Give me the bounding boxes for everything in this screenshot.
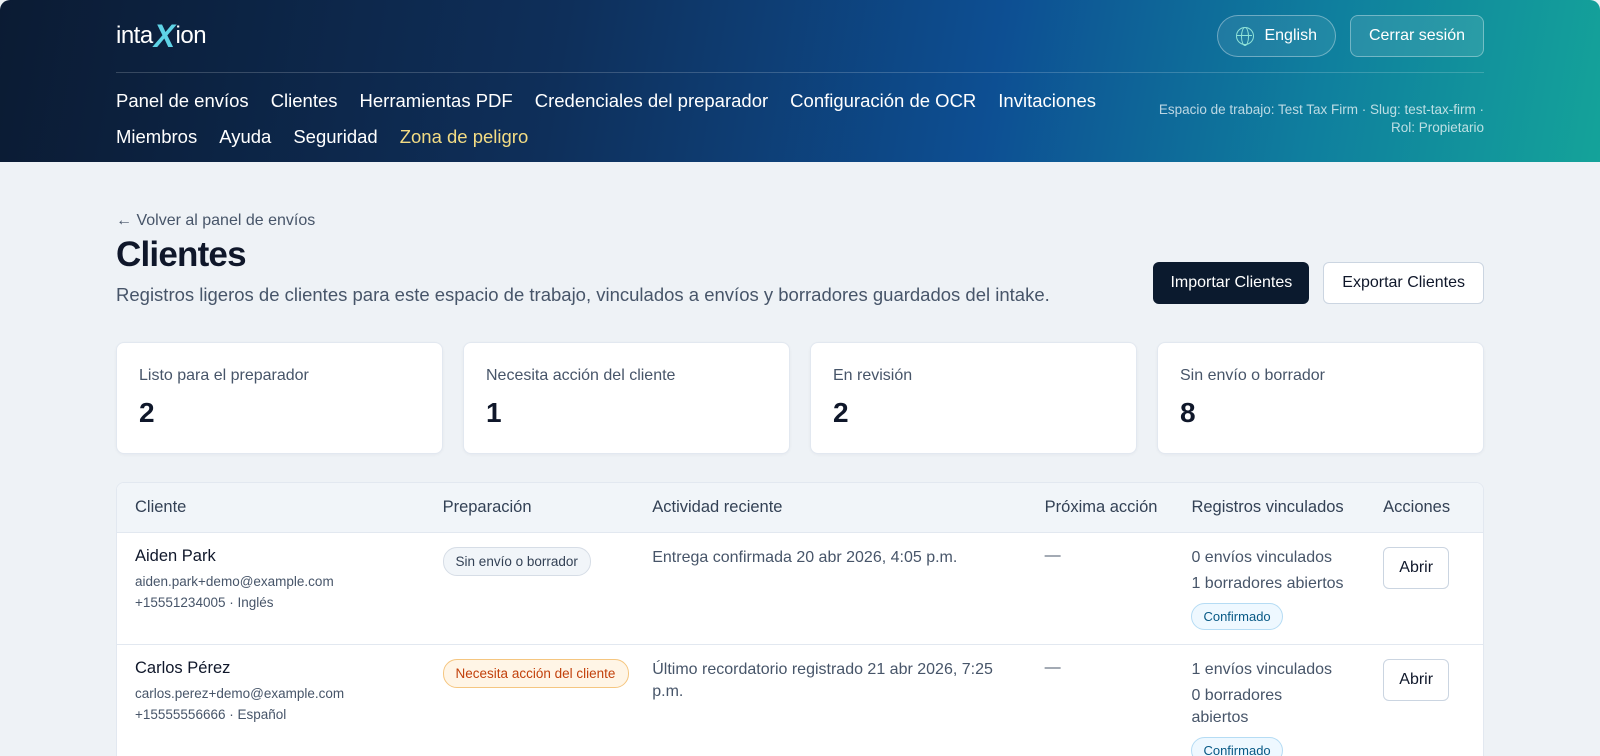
nav-row: Panel de envíos Clientes Herramientas PD… xyxy=(116,73,1484,148)
client-phone-language: +15555556666 · Español xyxy=(135,707,287,722)
column-header-proxima-accion[interactable]: Próxima acción xyxy=(1045,498,1192,517)
column-header-acciones: Acciones xyxy=(1383,498,1451,516)
nav-item-clientes[interactable]: Clientes xyxy=(271,89,338,112)
header-actions: English Cerrar sesión xyxy=(1217,15,1484,57)
brand-logo[interactable]: inta Xion xyxy=(116,18,207,54)
stat-value: 1 xyxy=(486,397,502,428)
column-header-cliente[interactable]: Cliente xyxy=(117,498,433,517)
stat-card-in-review: En revisión 2 xyxy=(810,342,1137,454)
status-badge: Necesita acción del cliente xyxy=(442,659,629,688)
linked-records-cell: 0 envíos vinculados 1 borradores abierto… xyxy=(1191,547,1383,644)
top-bar: inta Xion English Cerrar sesión xyxy=(116,0,1484,73)
logo-text-end: ion xyxy=(175,22,207,49)
open-drafts: 1 borradores abiertos xyxy=(1191,575,1344,592)
stat-label: Necesita acción del cliente xyxy=(486,367,676,384)
preparation-cell: Necesita acción del cliente xyxy=(433,659,653,756)
export-clients-button[interactable]: Exportar Clientes xyxy=(1323,262,1484,304)
table-header: Cliente Preparación Actividad reciente P… xyxy=(117,483,1483,533)
open-drafts: 0 borradores abiertos xyxy=(1191,687,1283,726)
import-clients-button[interactable]: Importar Clientes xyxy=(1153,262,1310,304)
title-row: Clientes Registros ligeros de clientes p… xyxy=(116,234,1484,306)
workspace-info: Espacio de trabajo: Test Tax Firm · Slug… xyxy=(1158,102,1484,135)
title-block: Clientes Registros ligeros de clientes p… xyxy=(116,234,1050,306)
actions-cell: Abrir xyxy=(1383,547,1483,644)
back-link[interactable]: ← Volver al panel de envíos xyxy=(116,212,315,230)
globe-icon xyxy=(1236,27,1255,46)
client-phone-language: +15551234005 · Inglés xyxy=(135,595,274,610)
next-action-cell: — xyxy=(1044,659,1061,676)
top-header: inta Xion English Cerrar sesión Panel de … xyxy=(0,0,1600,162)
confirmed-badge: Confirmado xyxy=(1191,737,1283,756)
stat-card-ready: Listo para el preparador 2 xyxy=(116,342,443,454)
nav-item-panel-envios[interactable]: Panel de envíos xyxy=(116,89,249,112)
stat-card-needs-action: Necesita acción del cliente 1 xyxy=(463,342,790,454)
open-button[interactable]: Abrir xyxy=(1383,659,1450,701)
confirmed-badge: Confirmado xyxy=(1191,603,1283,630)
nav-item-miembros[interactable]: Miembros xyxy=(116,125,197,148)
stat-card-no-submission: Sin envío o borrador 8 xyxy=(1157,342,1484,454)
page-title: Clientes xyxy=(116,235,247,274)
stat-value: 2 xyxy=(139,397,155,428)
open-button[interactable]: Abrir xyxy=(1383,547,1450,589)
language-button[interactable]: English xyxy=(1217,15,1336,57)
stat-value: 8 xyxy=(1180,397,1196,428)
linked-records-cell: 1 envíos vinculados 0 borradores abierto… xyxy=(1191,659,1383,756)
client-cell: Aiden Park aiden.park+demo@example.com +… xyxy=(117,547,433,644)
client-name: Aiden Park xyxy=(135,547,216,565)
nav-item-invitaciones[interactable]: Invitaciones xyxy=(998,89,1096,112)
activity-cell: Último recordatorio registrado 21 abr 20… xyxy=(652,661,993,700)
language-label: English xyxy=(1264,27,1317,44)
page-subtitle: Registros ligeros de clientes para este … xyxy=(116,284,1050,305)
main-content: ← Volver al panel de envíos Clientes Reg… xyxy=(0,162,1600,756)
next-action-cell: — xyxy=(1044,547,1061,564)
column-header-actividad[interactable]: Actividad reciente xyxy=(652,498,1044,517)
nav-item-ocr[interactable]: Configuración de OCR xyxy=(790,89,976,112)
client-name: Carlos Pérez xyxy=(135,659,231,677)
actions-cell: Abrir xyxy=(1383,659,1483,756)
nav-item-zona-peligro[interactable]: Zona de peligro xyxy=(400,125,529,148)
table-row: Carlos Pérez carlos.perez+demo@example.c… xyxy=(117,645,1483,756)
column-header-registros[interactable]: Registros vinculados xyxy=(1191,498,1383,517)
activity-cell: Entrega confirmada 20 abr 2026, 4:05 p.m… xyxy=(652,549,958,566)
stat-value: 2 xyxy=(833,397,849,428)
table-row: Aiden Park aiden.park+demo@example.com +… xyxy=(117,533,1483,645)
client-email: carlos.perez+demo@example.com xyxy=(135,686,345,701)
stat-label: Sin envío o borrador xyxy=(1180,367,1325,384)
stats-row: Listo para el preparador 2 Necesita acci… xyxy=(116,342,1484,454)
logout-button[interactable]: Cerrar sesión xyxy=(1349,15,1484,57)
status-badge: Sin envío o borrador xyxy=(442,547,591,576)
nav-item-seguridad[interactable]: Seguridad xyxy=(293,125,377,148)
nav-item-credenciales[interactable]: Credenciales del preparador xyxy=(535,89,768,112)
stat-label: En revisión xyxy=(833,367,913,384)
app-window: inta Xion English Cerrar sesión Panel de … xyxy=(0,0,1600,756)
clients-table: Cliente Preparación Actividad reciente P… xyxy=(116,482,1484,756)
preparation-cell: Sin envío o borrador xyxy=(433,547,653,644)
linked-submissions: 1 envíos vinculados xyxy=(1191,661,1332,678)
page-actions: Importar Clientes Exportar Clientes xyxy=(1153,262,1484,304)
column-header-preparacion[interactable]: Preparación xyxy=(433,498,653,517)
logo-x-mark: X xyxy=(153,18,175,54)
linked-submissions: 0 envíos vinculados xyxy=(1191,549,1332,566)
client-email: aiden.park+demo@example.com xyxy=(135,574,334,589)
stat-label: Listo para el preparador xyxy=(139,367,309,384)
logo-text-start: inta xyxy=(116,22,153,49)
main-nav: Panel de envíos Clientes Herramientas PD… xyxy=(116,89,1106,148)
nav-item-ayuda[interactable]: Ayuda xyxy=(219,125,271,148)
nav-item-herramientas-pdf[interactable]: Herramientas PDF xyxy=(360,89,513,112)
client-cell: Carlos Pérez carlos.perez+demo@example.c… xyxy=(117,659,433,756)
